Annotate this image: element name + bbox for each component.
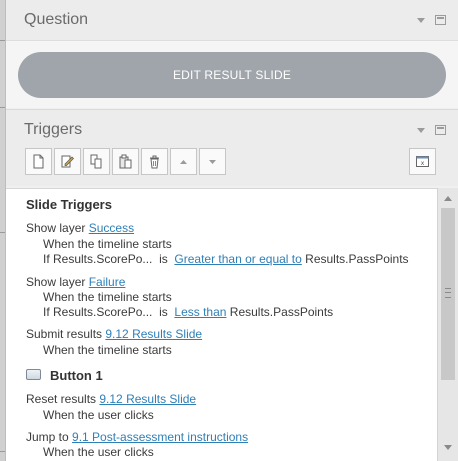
new-trigger-icon[interactable] [25,148,52,175]
trigger-row[interactable]: Show layer Failure [26,275,125,289]
condition-operator-link[interactable]: Greater than or equal to [174,252,301,266]
condition-value: Results.PassPoints [305,252,409,266]
triggers-panel-header[interactable]: Triggers [6,109,458,149]
question-panel-header[interactable]: Question [6,0,458,40]
paste-icon[interactable] [112,148,139,175]
trigger-action: Submit results [26,327,103,341]
condition-is: is [159,252,168,266]
trigger-when: When the timeline starts [43,237,172,251]
move-down-icon[interactable] [199,148,226,175]
edit-result-slide-button[interactable]: EDIT RESULT SLIDE [18,52,446,98]
question-panel-title: Question [24,11,89,28]
condition-value: Results.PassPoints [229,305,334,319]
triggers-sidebar: Question EDIT RESULT SLIDE Triggers x Sl… [0,0,458,461]
trigger-row[interactable]: Reset results 9.12 Results Slide [26,392,196,406]
scroll-down-arrow-icon[interactable] [438,437,458,457]
condition-is: is [159,305,168,319]
triggers-toolbar: x [6,146,458,186]
svg-text:x: x [421,160,425,167]
trigger-condition: If Results.ScorePo... is Greater than or… [43,252,409,266]
trigger-when: When the timeline starts [43,343,172,357]
move-up-icon[interactable] [170,148,197,175]
trigger-row[interactable]: Show layer Success [26,221,134,235]
trigger-action: Jump to [26,430,69,444]
trigger-target-link[interactable]: Success [89,221,134,235]
variables-icon[interactable]: x [409,148,436,175]
trigger-action: Show layer [26,275,86,289]
slide-triggers-heading: Slide Triggers [26,197,112,212]
trigger-target-link[interactable]: 9.1 Post-assessment instructions [72,430,248,444]
copy-icon[interactable] [83,148,110,175]
condition-variable: If Results.ScorePo... [43,252,153,266]
trigger-target-link[interactable]: Failure [89,275,126,289]
condition-operator-link[interactable]: Less than [174,305,226,319]
collapse-caret-icon[interactable] [417,127,425,133]
collapse-caret-icon[interactable] [417,17,425,23]
trigger-action: Reset results [26,392,97,406]
trigger-list-scrollbar[interactable] [437,188,458,461]
trigger-target-link[interactable]: 9.12 Results Slide [105,327,202,341]
edit-trigger-icon[interactable] [54,148,81,175]
button-object-icon [26,369,41,380]
restore-window-icon[interactable] [435,125,446,135]
trigger-action: Show layer [26,221,86,235]
condition-variable: If Results.ScorePo... [43,305,153,319]
trigger-condition: If Results.ScorePo... is Less than Resul… [43,305,333,319]
trigger-when: When the user clicks [43,408,154,422]
trigger-row[interactable]: Submit results 9.12 Results Slide [26,327,202,341]
trigger-when: When the timeline starts [43,290,172,304]
grip-icon [445,288,451,298]
trigger-when: When the user clicks [43,445,154,459]
question-panel-body: EDIT RESULT SLIDE [6,40,458,108]
scrollbar-thumb[interactable] [441,208,455,380]
trigger-target-link[interactable]: 9.12 Results Slide [99,392,196,406]
scroll-up-arrow-icon[interactable] [438,188,458,208]
triggers-panel-title: Triggers [24,120,83,138]
trigger-list: Slide Triggers Show layer Success When t… [6,188,437,461]
object-name: Button 1 [50,368,103,383]
restore-window-icon[interactable] [435,15,446,25]
trigger-row[interactable]: Jump to 9.1 Post-assessment instructions [26,430,248,444]
delete-icon[interactable] [141,148,168,175]
